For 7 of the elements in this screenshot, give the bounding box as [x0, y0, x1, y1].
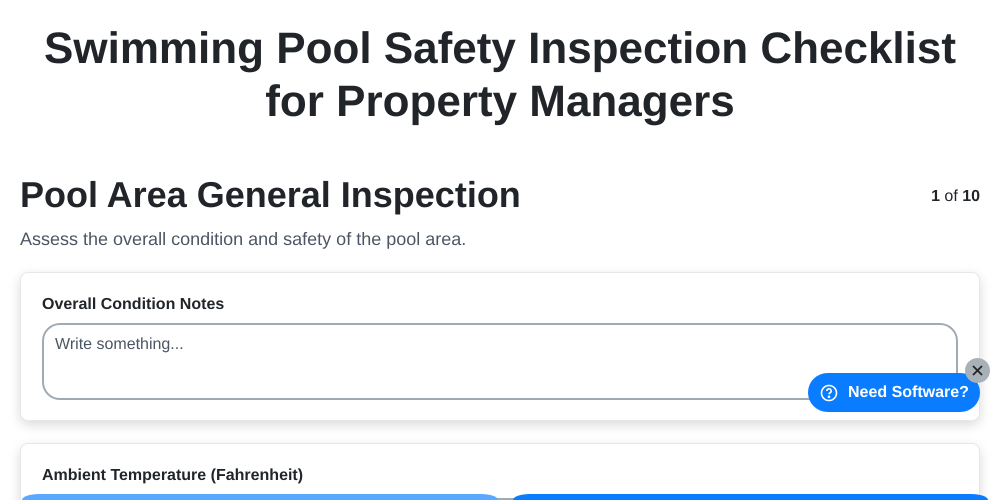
section-heading: Pool Area General Inspection: [20, 173, 521, 217]
page-title: Swimming Pool Safety Inspection Checklist for Property Managers: [43, 23, 957, 128]
help-button[interactable]: Need Software?: [808, 373, 980, 412]
section-description: Assess the overall condition and safety of the pool area.: [19, 228, 468, 251]
field-label: Overall Condition Notes: [42, 295, 226, 315]
step-counter: 1 of 10: [931, 187, 980, 207]
field-label: Ambient Temperature (Fahrenheit): [42, 466, 304, 486]
